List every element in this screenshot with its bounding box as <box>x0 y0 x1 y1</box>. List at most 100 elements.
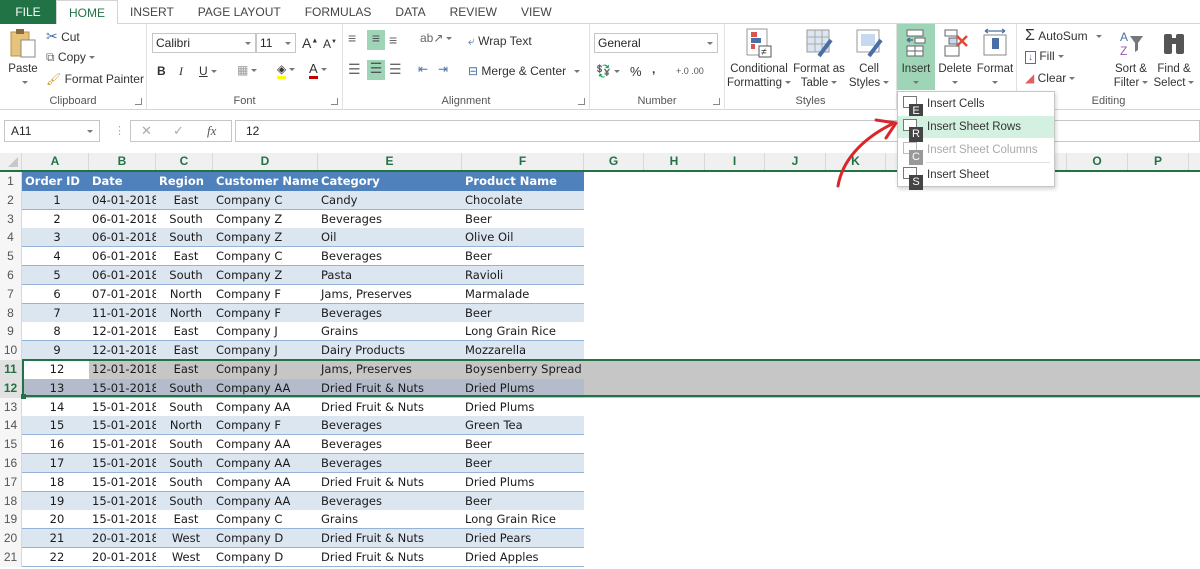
cell-order-id[interactable]: 7 <box>22 304 89 323</box>
cell-product-name[interactable]: Dried Apples <box>462 548 584 567</box>
fill-handle[interactable] <box>21 394 26 399</box>
cell-customer-name[interactable]: Company AA <box>213 473 318 492</box>
column-header-c[interactable]: C <box>156 153 213 170</box>
font-color-button[interactable]: A <box>309 61 327 79</box>
merge-center-button[interactable]: ⊟ Merge & Center <box>468 64 581 78</box>
cell-product-name[interactable]: Beer <box>462 435 584 454</box>
row-header[interactable]: 5 <box>0 247 22 266</box>
row-header[interactable]: 19 <box>0 510 22 529</box>
number-launcher[interactable] <box>713 98 720 105</box>
align-middle-button[interactable]: ≡ <box>367 30 385 50</box>
cell-product-name[interactable]: Long Grain Rice <box>462 510 584 529</box>
wrap-text-button[interactable]: ⤶ Wrap Text <box>468 34 532 49</box>
column-header-a[interactable]: A <box>22 153 89 170</box>
cell-customer-name[interactable]: Company F <box>213 285 318 304</box>
column-header-b[interactable]: B <box>89 153 156 170</box>
select-all-button[interactable] <box>0 153 22 170</box>
cell-product-name[interactable]: Dried Plums <box>462 379 584 398</box>
grow-font-button[interactable]: A▲ <box>302 35 318 51</box>
conditional-formatting-button[interactable]: ≠ Conditional Formatting <box>727 28 791 90</box>
header-cell-date[interactable]: Date <box>89 172 156 191</box>
cell-product-name[interactable]: Dried Pears <box>462 529 584 548</box>
cell-order-id[interactable]: 1 <box>22 191 89 210</box>
header-cell-category[interactable]: Category <box>318 172 462 191</box>
tab-page-layout[interactable]: PAGE LAYOUT <box>186 0 293 24</box>
cell-order-id[interactable]: 5 <box>22 266 89 285</box>
cell-customer-name[interactable]: Company AA <box>213 398 318 417</box>
cell-product-name[interactable]: Dried Plums <box>462 473 584 492</box>
cell-styles-button[interactable]: Cell Styles <box>847 28 891 90</box>
cell-region[interactable]: West <box>156 529 213 548</box>
cell-category[interactable]: Dried Fruit & Nuts <box>318 548 462 567</box>
cell-region[interactable]: South <box>156 492 213 511</box>
clear-button[interactable]: ◢ Clear <box>1025 71 1076 85</box>
underline-button[interactable]: U <box>199 64 217 78</box>
format-as-table-button[interactable]: Format as Table <box>793 28 845 90</box>
row-header[interactable]: 6 <box>0 266 22 285</box>
header-cell-customer-name[interactable]: Customer Name <box>213 172 318 191</box>
font-size-select[interactable]: 11 <box>256 33 296 53</box>
cell-product-name[interactable]: Beer <box>462 210 584 229</box>
align-bottom-button[interactable]: ≡ <box>389 32 397 48</box>
align-center-button[interactable]: ☰ <box>367 60 385 80</box>
cell-customer-name[interactable]: Company J <box>213 322 318 341</box>
column-header-j[interactable]: J <box>765 153 826 170</box>
column-header-e[interactable]: E <box>318 153 462 170</box>
cell-region[interactable]: North <box>156 304 213 323</box>
cell-category[interactable]: Pasta <box>318 266 462 285</box>
cell-product-name[interactable]: Marmalade <box>462 285 584 304</box>
accounting-format-button[interactable]: 💱 <box>596 64 620 78</box>
cell-region[interactable]: East <box>156 191 213 210</box>
formula-bar-grip[interactable]: ⋮ <box>114 124 125 137</box>
cell-category[interactable]: Beverages <box>318 210 462 229</box>
increase-decimal-button[interactable]: +.0 .00 <box>676 66 704 76</box>
cell-date[interactable]: 20-01-2018 <box>89 548 156 567</box>
cell-category[interactable]: Dried Fruit & Nuts <box>318 379 462 398</box>
tab-review[interactable]: REVIEW <box>438 0 509 24</box>
row-header[interactable]: 3 <box>0 210 22 229</box>
enter-icon[interactable]: ✓ <box>173 123 184 139</box>
row-header[interactable]: 11 <box>0 360 22 379</box>
cell-region[interactable]: East <box>156 322 213 341</box>
row-header[interactable]: 21 <box>0 548 22 567</box>
cell-date[interactable]: 06-01-2018 <box>89 210 156 229</box>
cell-category[interactable]: Beverages <box>318 435 462 454</box>
tab-file[interactable]: FILE <box>0 0 56 24</box>
paste-button[interactable]: Paste <box>6 28 40 90</box>
decrease-indent-button[interactable]: ⇤ <box>418 62 428 76</box>
cell-category[interactable]: Oil <box>318 228 462 247</box>
shrink-font-button[interactable]: A▼ <box>323 37 337 51</box>
cell-order-id[interactable]: 4 <box>22 247 89 266</box>
cell-order-id[interactable]: 20 <box>22 510 89 529</box>
row-header[interactable]: 9 <box>0 322 22 341</box>
cell-region[interactable]: North <box>156 285 213 304</box>
number-format-select[interactable]: General <box>594 33 718 53</box>
cell-customer-name[interactable]: Company C <box>213 510 318 529</box>
increase-indent-button[interactable]: ⇥ <box>438 62 448 76</box>
cell-order-id[interactable]: 16 <box>22 435 89 454</box>
cell-date[interactable]: 15-01-2018 <box>89 454 156 473</box>
cell-category[interactable]: Beverages <box>318 454 462 473</box>
cell-category[interactable]: Beverages <box>318 492 462 511</box>
cell-product-name[interactable]: Green Tea <box>462 416 584 435</box>
delete-button[interactable]: Delete <box>937 28 973 90</box>
cell-customer-name[interactable]: Company D <box>213 548 318 567</box>
cell-region[interactable]: East <box>156 360 213 379</box>
cell-date[interactable]: 15-01-2018 <box>89 416 156 435</box>
cell-product-name[interactable]: Beer <box>462 454 584 473</box>
row-header[interactable]: 2 <box>0 191 22 210</box>
cell-product-name[interactable]: Ravioli <box>462 266 584 285</box>
cell-order-id[interactable]: 6 <box>22 285 89 304</box>
cell-order-id[interactable]: 19 <box>22 492 89 511</box>
bold-button[interactable]: B <box>157 64 166 78</box>
align-top-button[interactable]: ≡ <box>348 30 356 46</box>
cell-order-id[interactable]: 3 <box>22 228 89 247</box>
cell-category[interactable]: Dried Fruit & Nuts <box>318 529 462 548</box>
cell-date[interactable]: 06-01-2018 <box>89 228 156 247</box>
insert-function-icon[interactable]: fx <box>207 123 216 139</box>
cell-customer-name[interactable]: Company D <box>213 529 318 548</box>
cell-category[interactable]: Grains <box>318 510 462 529</box>
cell-order-id[interactable]: 8 <box>22 322 89 341</box>
cell-product-name[interactable]: Beer <box>462 247 584 266</box>
cell-order-id[interactable]: 21 <box>22 529 89 548</box>
